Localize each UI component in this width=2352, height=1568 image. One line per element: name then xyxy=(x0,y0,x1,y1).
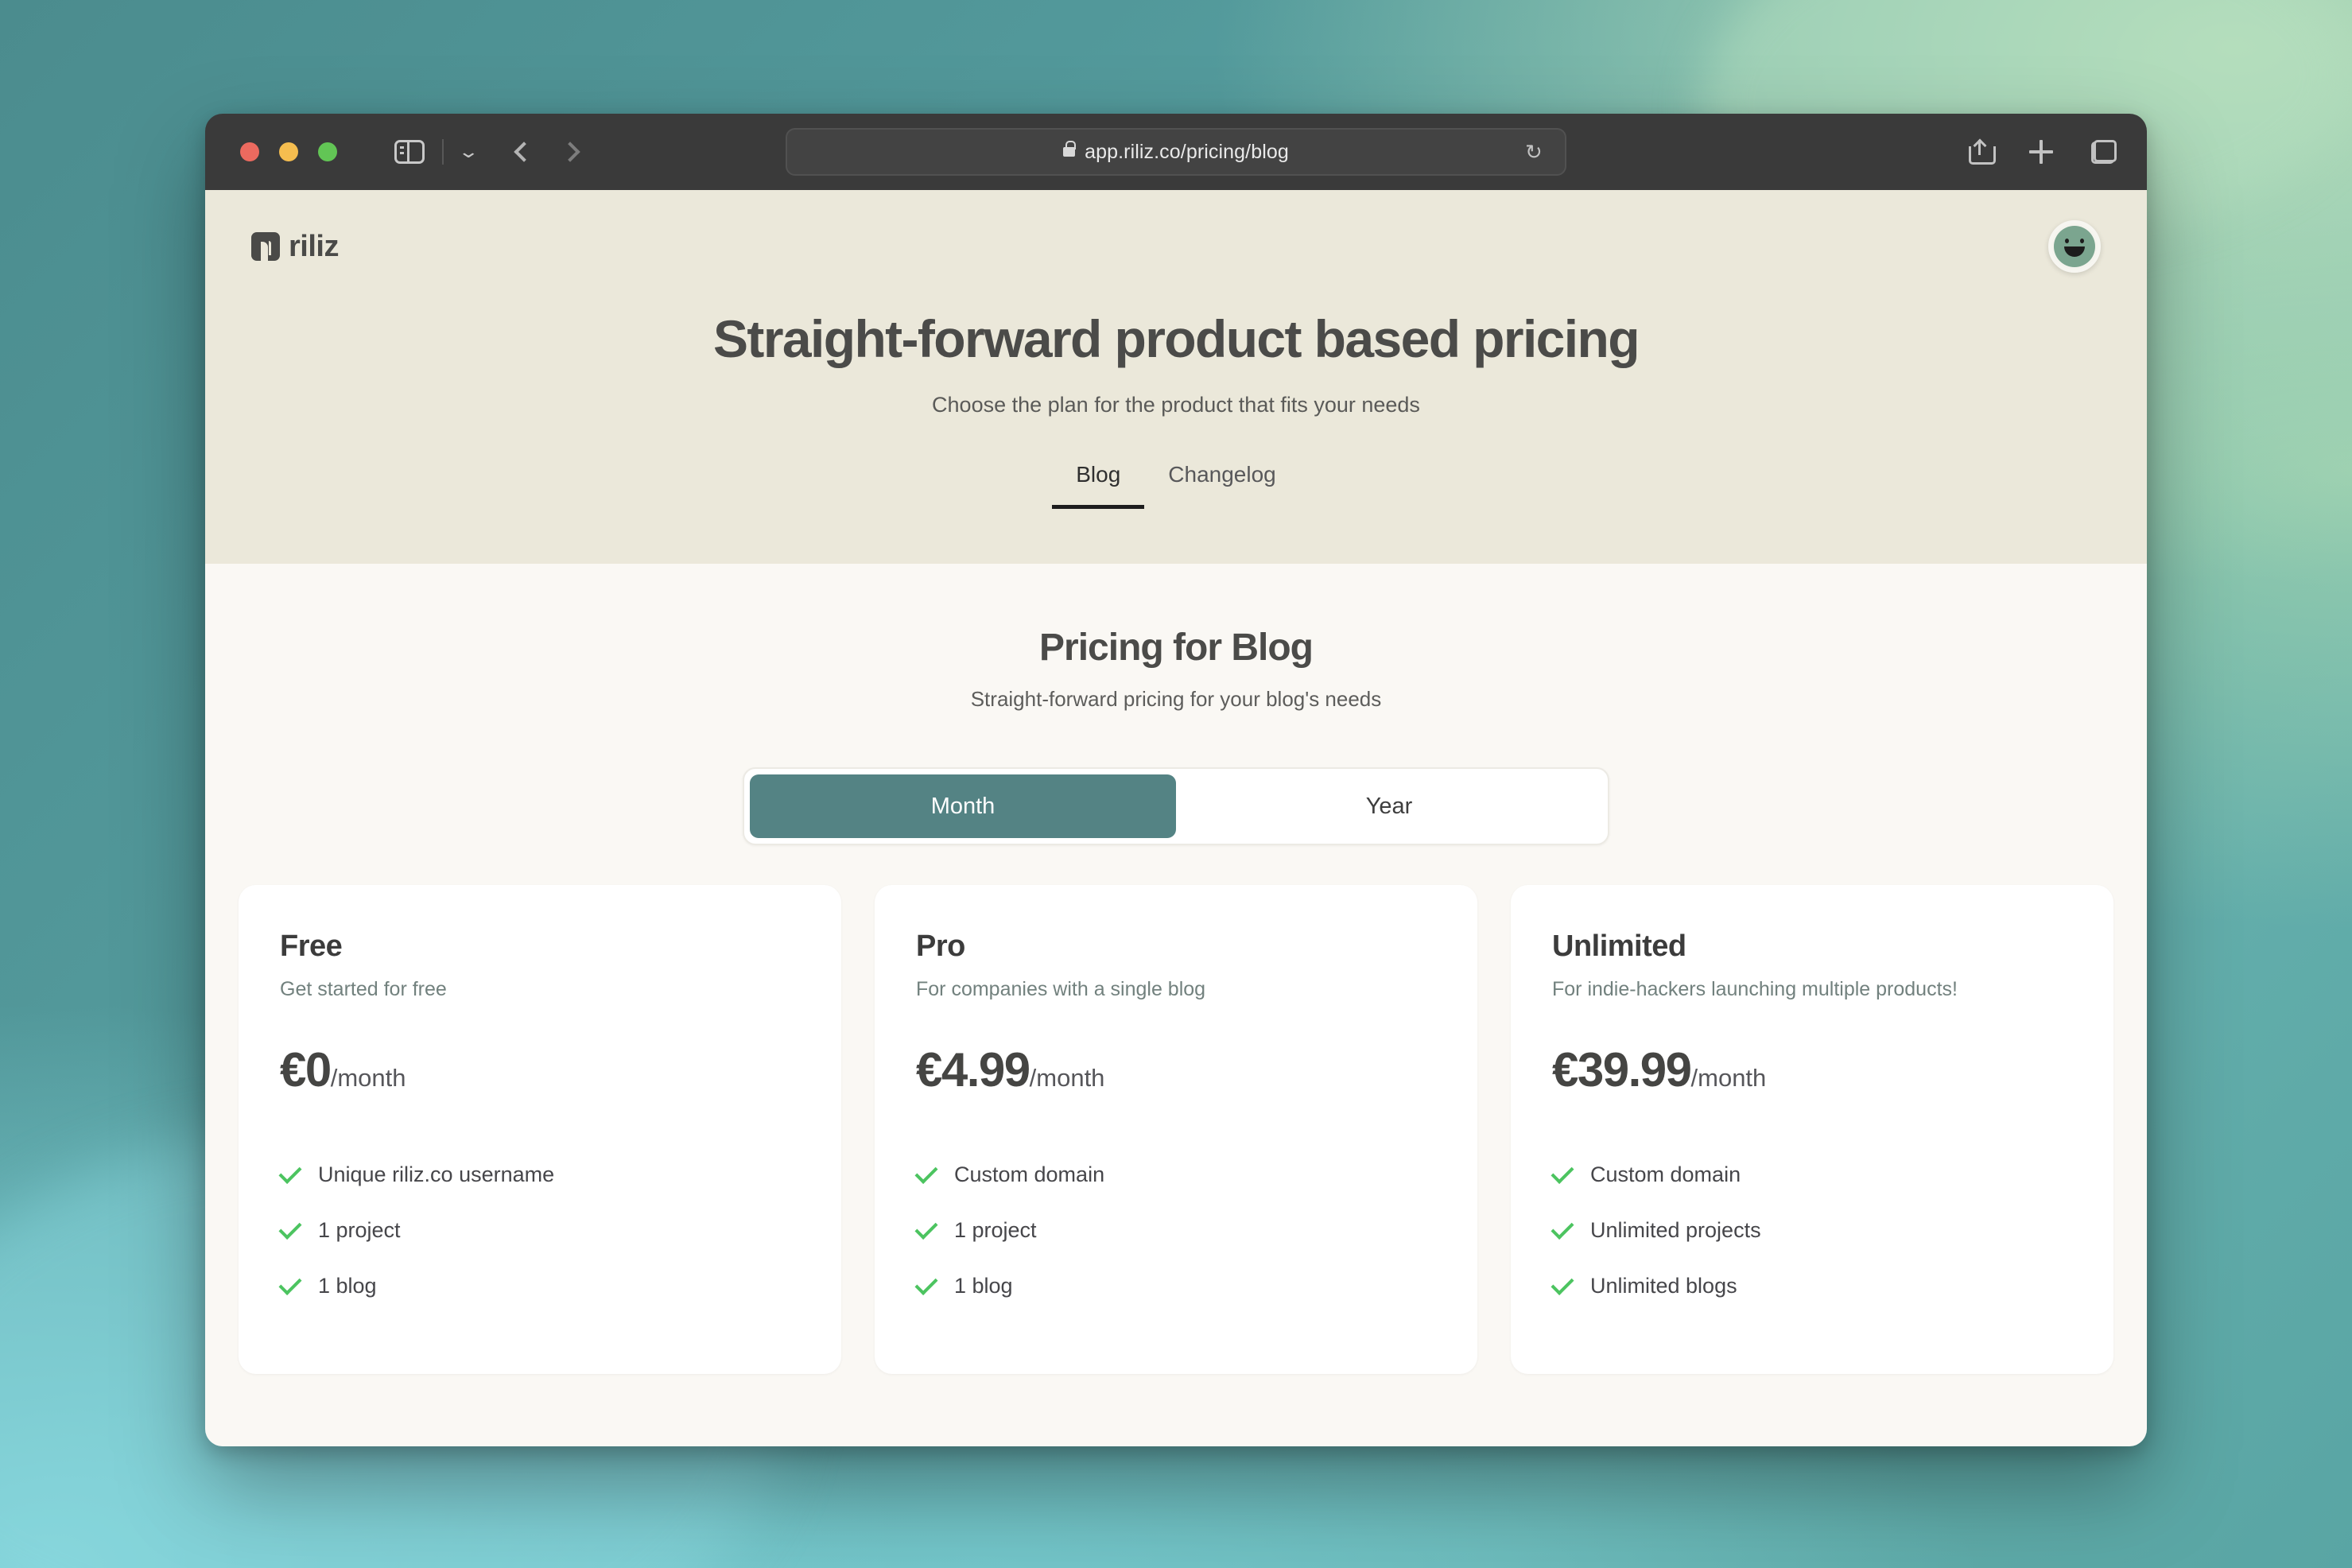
plan-feature-label: Unlimited blogs xyxy=(1590,1274,1737,1298)
check-icon xyxy=(914,1217,938,1240)
plan-period: /month xyxy=(330,1064,406,1092)
address-bar-url: app.riliz.co/pricing/blog xyxy=(1085,140,1289,163)
pricing-subtitle: Straight-forward pricing for your blog's… xyxy=(970,687,1382,711)
billing-period-toggle: Month Year xyxy=(743,767,1609,845)
chevron-down-icon[interactable]: ⌄ xyxy=(457,143,479,161)
plan-price-row: €0 /month xyxy=(280,1042,800,1097)
product-tabs: Blog Changelog xyxy=(205,462,2147,510)
plan-feature-label: 1 blog xyxy=(954,1274,1013,1298)
brand-wordmark: riliz xyxy=(289,229,339,263)
plan-feature-label: 1 project xyxy=(954,1218,1037,1242)
close-window-button[interactable] xyxy=(240,142,259,161)
site-header: riliz xyxy=(205,190,2147,273)
plan-feature-label: Unique riliz.co username xyxy=(318,1162,555,1186)
back-arrow-icon[interactable] xyxy=(514,142,535,162)
check-icon xyxy=(278,1161,302,1184)
plan-feature-label: 1 blog xyxy=(318,1274,377,1298)
riliz-logo-icon xyxy=(251,232,280,261)
check-icon xyxy=(1551,1217,1574,1240)
plan-feature-label: 1 project xyxy=(318,1218,401,1242)
browser-window: ⌄ app.riliz.co/pricing/blog ↻ riliz Stra… xyxy=(205,114,2147,1446)
plan-feature: Custom domain xyxy=(1551,1161,2072,1187)
plan-price-row: €4.99 /month xyxy=(916,1042,1436,1097)
new-tab-plus-icon[interactable] xyxy=(2029,140,2053,164)
pricing-title: Pricing for Blog xyxy=(1039,627,1314,669)
plan-price: €39.99 xyxy=(1552,1043,1692,1096)
zoom-window-button[interactable] xyxy=(318,142,337,161)
plan-feature: 1 blog xyxy=(278,1272,800,1298)
reload-icon[interactable]: ↻ xyxy=(1525,142,1544,162)
plan-card-free[interactable]: Free Get started for free €0 /month Uniq… xyxy=(239,885,841,1374)
plan-feature: Unique riliz.co username xyxy=(278,1161,800,1187)
share-icon[interactable] xyxy=(1969,138,1996,165)
window-traffic-lights xyxy=(240,142,337,161)
page-subtitle: Choose the plan for the product that fit… xyxy=(932,393,1420,417)
plan-name: Free xyxy=(280,930,343,963)
sidebar-toggle-icon[interactable] xyxy=(394,140,425,164)
avatar[interactable] xyxy=(2048,220,2101,273)
billing-option-year[interactable]: Year xyxy=(1176,774,1602,838)
plan-feature: 1 project xyxy=(278,1217,800,1243)
billing-option-month[interactable]: Month xyxy=(750,774,1176,838)
forward-arrow-icon[interactable] xyxy=(560,142,581,162)
share-arrow-head-icon xyxy=(1973,138,1986,153)
hero-section: riliz Straight-forward product based pri… xyxy=(205,190,2147,564)
plan-period: /month xyxy=(1029,1064,1105,1092)
check-icon xyxy=(1551,1272,1574,1295)
toolbar-divider xyxy=(442,139,444,165)
page-title: Straight-forward product based pricing xyxy=(713,309,1640,368)
brand-logo[interactable]: riliz xyxy=(251,230,339,264)
check-icon xyxy=(278,1272,302,1295)
plan-card-pro[interactable]: Pro For companies with a single blog €4.… xyxy=(875,885,1477,1374)
plan-features: Custom domain Unlimited projects Unlimit… xyxy=(1551,1161,2072,1298)
check-icon xyxy=(914,1272,938,1295)
browser-toolbar: ⌄ app.riliz.co/pricing/blog ↻ xyxy=(205,114,2147,190)
plan-tagline: For companies with a single blog xyxy=(916,978,1206,1000)
tab-blog[interactable]: Blog xyxy=(1052,462,1145,510)
plan-name: Unlimited xyxy=(1552,930,1686,963)
plan-feature: 1 blog xyxy=(914,1272,1436,1298)
plan-card-unlimited[interactable]: Unlimited For indie-hackers launching mu… xyxy=(1511,885,2113,1374)
plan-feature-label: Custom domain xyxy=(1590,1162,1741,1186)
tab-overview-icon[interactable] xyxy=(2091,140,2117,164)
plan-feature-label: Unlimited projects xyxy=(1590,1218,1761,1242)
plan-feature: Unlimited projects xyxy=(1551,1217,2072,1243)
address-bar[interactable]: app.riliz.co/pricing/blog ↻ xyxy=(786,128,1566,176)
page-content: riliz Straight-forward product based pri… xyxy=(205,190,2147,1446)
toolbar-right-actions xyxy=(1969,138,2117,165)
plan-feature-label: Custom domain xyxy=(954,1162,1105,1186)
plan-price-row: €39.99 /month xyxy=(1552,1042,2072,1097)
plan-period: /month xyxy=(1690,1064,1767,1092)
plan-price: €4.99 xyxy=(916,1043,1030,1096)
check-icon xyxy=(278,1217,302,1240)
avatar-smiley-icon xyxy=(2054,226,2095,267)
plan-cards: Free Get started for free €0 /month Uniq… xyxy=(205,845,2147,1374)
pricing-section: Pricing for Blog Straight-forward pricin… xyxy=(205,564,2147,1374)
tab-changelog[interactable]: Changelog xyxy=(1144,462,1299,509)
avatar-mouth xyxy=(2064,246,2085,257)
plan-price: €0 xyxy=(280,1043,332,1096)
sidebar-controls: ⌄ xyxy=(394,139,479,165)
hero: Straight-forward product based pricing C… xyxy=(205,309,2147,417)
lock-icon xyxy=(1063,141,1077,157)
check-icon xyxy=(1551,1161,1574,1184)
plan-name: Pro xyxy=(916,930,965,963)
navigation-buttons xyxy=(514,142,581,162)
plan-feature: 1 project xyxy=(914,1217,1436,1243)
plan-feature: Unlimited blogs xyxy=(1551,1272,2072,1298)
plan-tagline: Get started for free xyxy=(280,978,447,1000)
plan-tagline: For indie-hackers launching multiple pro… xyxy=(1552,978,1958,1000)
minimize-window-button[interactable] xyxy=(279,142,298,161)
plan-features: Custom domain 1 project 1 blog xyxy=(914,1161,1436,1298)
check-icon xyxy=(914,1161,938,1184)
plan-feature: Custom domain xyxy=(914,1161,1436,1187)
plan-features: Unique riliz.co username 1 project 1 blo… xyxy=(278,1161,800,1298)
